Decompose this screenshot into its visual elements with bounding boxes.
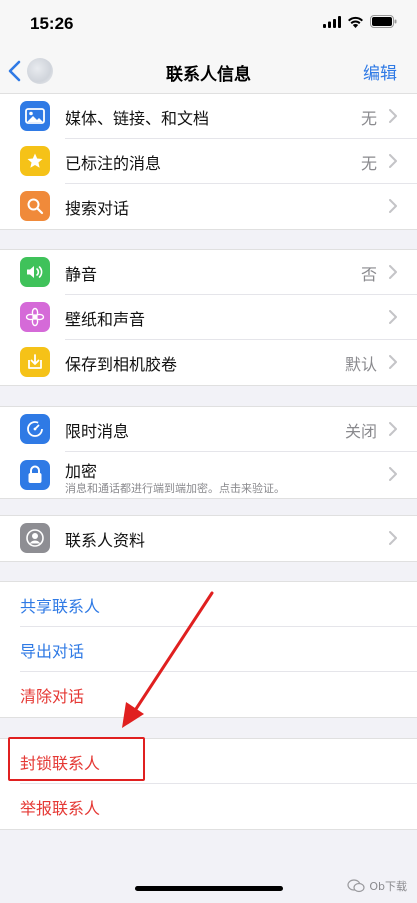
signal-icon [323,15,341,28]
clear-chat-button[interactable]: 清除对话 [20,683,84,707]
flower-icon [20,302,50,332]
watermark-text: Ob下载 [369,880,407,893]
row-label: 联系人资料 [65,530,146,550]
row-label: 已标注的消息 [65,153,162,173]
search-chat-row[interactable]: 搜索对话 [0,184,417,229]
timer-icon [20,414,50,444]
privacy-group: 限时消息 关闭 加密 消息和通话都进行端到端加密。点击来验证。 [0,406,417,499]
search-icon [20,191,50,221]
row-label: 限时消息 [65,421,130,441]
row-value: 无 [360,153,377,173]
disappearing-messages-row[interactable]: 限时消息 关闭 [0,407,417,452]
star-icon [20,146,50,176]
chevron-right-icon [389,355,397,369]
starred-messages-row[interactable]: 已标注的消息 无 [0,139,417,184]
row-value: 无 [360,108,377,128]
export-chat-button[interactable]: 导出对话 [20,638,84,662]
chevron-right-icon [389,109,397,123]
report-contact-row[interactable]: 举报联系人 [0,784,417,829]
encryption-row[interactable]: 加密 消息和通话都进行端到端加密。点击来验证。 [0,452,417,498]
contact-info-screen: 15:26 联系人信息 编辑 媒体、链接、和文档 无 已标注的消息 无 搜索对话… [0,0,417,903]
row-value: 关闭 [344,421,377,441]
row-label: 搜索对话 [65,198,130,218]
chevron-right-icon [389,531,397,545]
row-label: 加密 [65,462,98,481]
chevron-right-icon [389,422,397,436]
row-value: 默认 [344,354,377,374]
row-label: 静音 [65,264,98,284]
contact-details-group: 联系人资料 [0,515,417,562]
contact-icon [20,523,50,553]
media-group: 媒体、链接、和文档 无 已标注的消息 无 搜索对话 [0,93,417,230]
wechat-icon [347,879,365,893]
settings-group: 静音 否 壁纸和声音 保存到相机胶卷 默认 [0,249,417,386]
chevron-right-icon [389,310,397,324]
page-title: 联系人信息 [166,65,251,84]
save-to-camera-roll-row[interactable]: 保存到相机胶卷 默认 [0,340,417,385]
contact-details-row[interactable]: 联系人资料 [0,516,417,561]
home-indicator [135,886,283,891]
mute-row[interactable]: 静音 否 [0,250,417,295]
status-bar: 15:26 [0,0,417,46]
row-value: 否 [360,264,377,284]
report-contact-button[interactable]: 举报联系人 [20,795,100,819]
edit-button[interactable]: 编辑 [363,59,397,84]
media-links-docs-row[interactable]: 媒体、链接、和文档 无 [0,94,417,139]
chevron-right-icon [389,467,397,481]
watermark: Ob下载 [347,878,407,894]
share-contact-button[interactable]: 共享联系人 [20,593,100,617]
nav-bar: 联系人信息 编辑 [0,46,417,97]
photo-icon [20,101,50,131]
chevron-right-icon [389,154,397,168]
row-label: 保存到相机胶卷 [65,354,178,374]
chevron-right-icon [389,199,397,213]
highlight-box [8,737,145,781]
chevron-right-icon [389,265,397,279]
annotation-arrow [122,591,214,728]
row-label: 壁纸和声音 [65,309,146,329]
speaker-icon [20,257,50,287]
download-icon [20,347,50,377]
wallpaper-sound-row[interactable]: 壁纸和声音 [0,295,417,340]
lock-icon [20,460,50,490]
status-icons [323,15,397,28]
status-time: 15:26 [30,14,74,33]
row-sublabel: 消息和通话都进行端到端加密。点击来验证。 [65,482,285,495]
battery-icon [370,15,397,28]
row-label: 媒体、链接、和文档 [65,108,210,128]
wifi-icon [348,16,363,28]
